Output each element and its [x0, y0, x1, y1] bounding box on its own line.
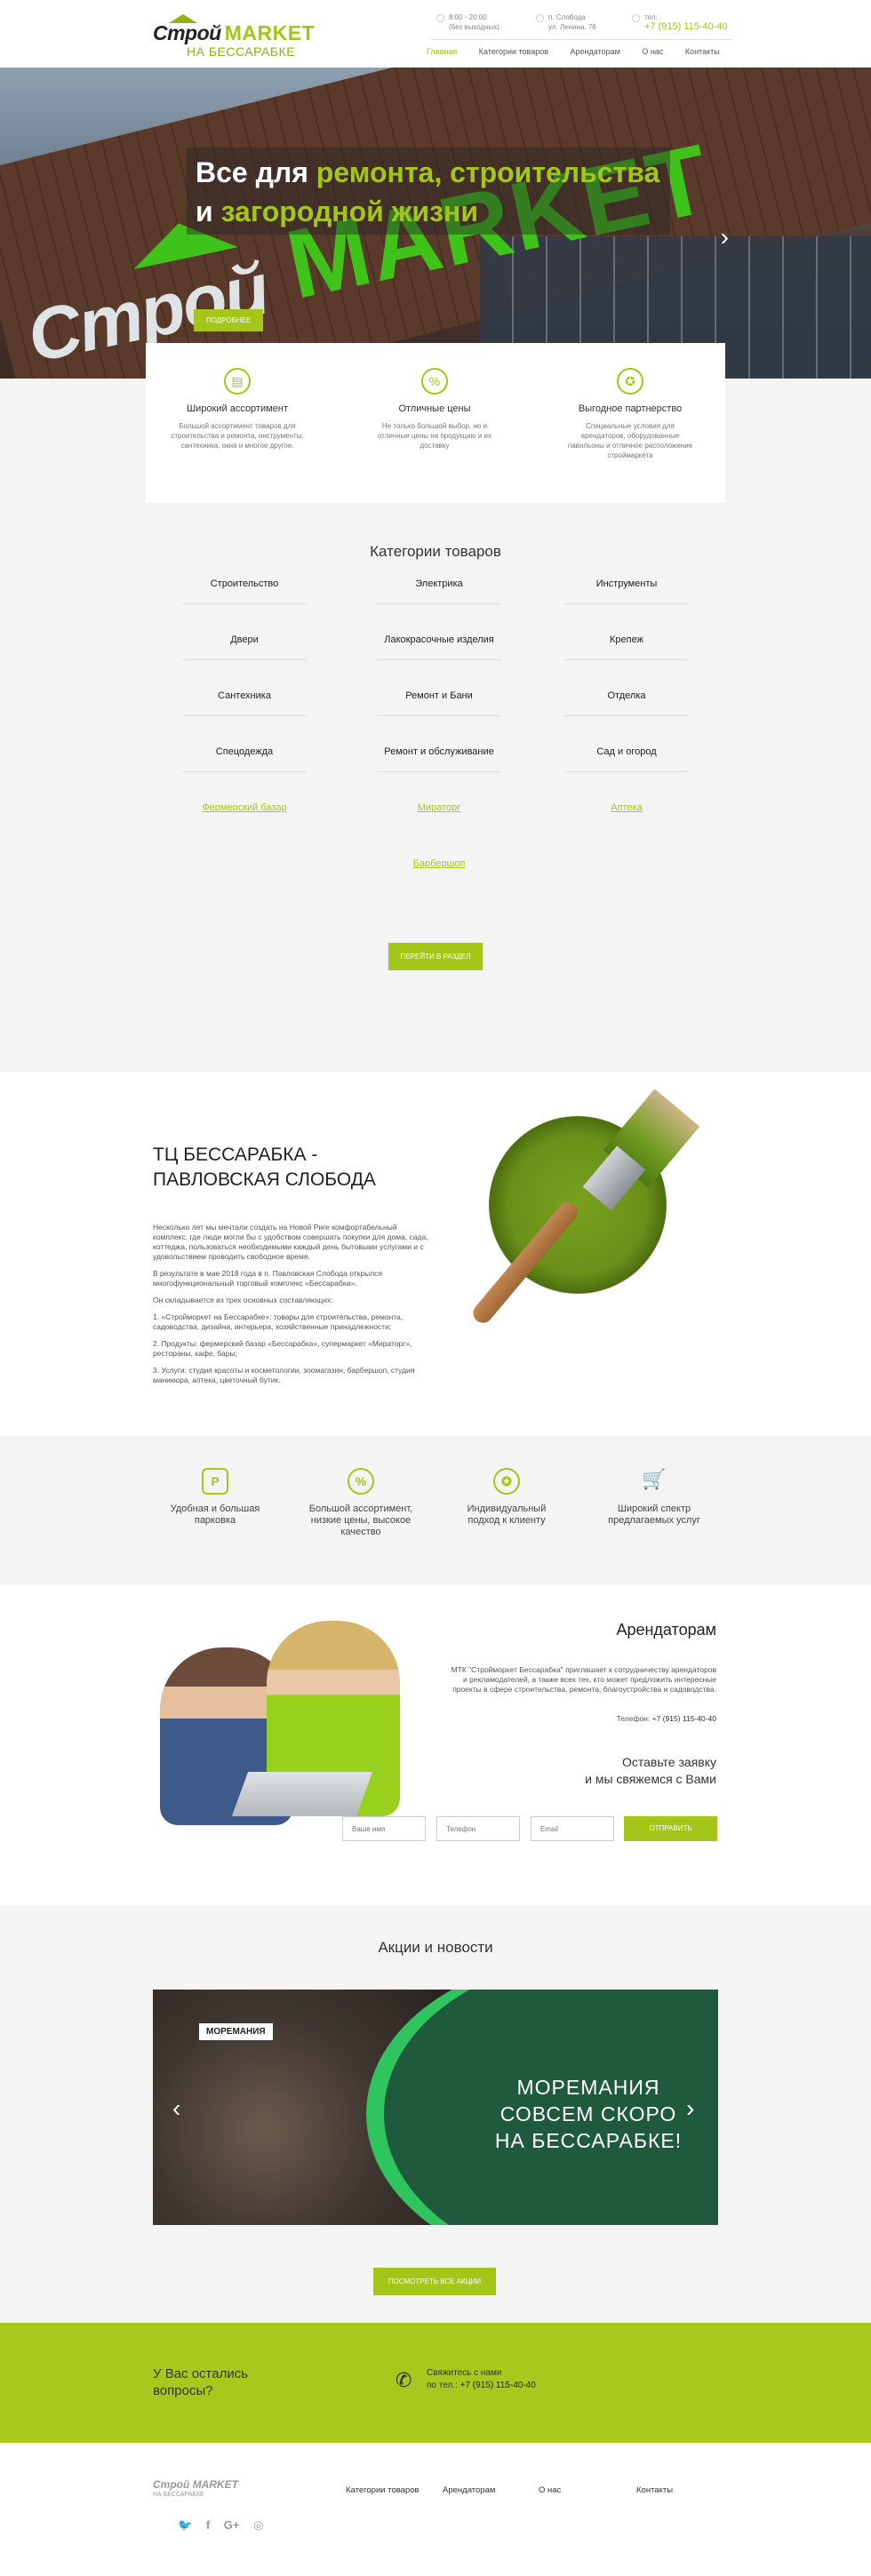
category-item[interactable]: Ремонт и Бани — [377, 690, 501, 716]
phone-input[interactable] — [436, 1816, 520, 1841]
google-plus-icon[interactable]: G+ — [224, 2518, 240, 2532]
discount-icon: % — [348, 1468, 374, 1495]
questions-text: У Вас остались вопросы? — [153, 2366, 249, 2398]
about-text: Несколько лет мы мечтали создать на Ново… — [153, 1223, 428, 1384]
main-nav: Главная Категории товаров Арендаторам О … — [427, 47, 739, 56]
advantage-item: ✪ Индивидуальный подход к клиенту — [453, 1468, 560, 1527]
medal-icon: ✪ — [493, 1468, 520, 1495]
parking-icon: P — [202, 1468, 228, 1495]
promo-banner[interactable]: МОРЕМАНИЯ МОРЕМАНИЯ СОВСЕМ СКОРО НА БЕСС… — [153, 1990, 718, 2225]
contact-phone: Свяжитесь с нами по тел.: +7 (915) 115-4… — [427, 2368, 536, 2390]
category-item[interactable]: Крепеж — [564, 634, 689, 660]
go-to-section-button[interactable]: ПЕРЕЙТИ В РАЗДЕЛ — [388, 943, 483, 970]
instagram-icon[interactable]: ◎ — [253, 2518, 263, 2532]
phone-icon: ✆ — [396, 2369, 412, 2391]
advantages-section: P Удобная и большая парковка % Большой а… — [0, 1436, 871, 1585]
category-item[interactable]: Сантехника — [182, 690, 307, 716]
cart-icon: 🛒 — [642, 1468, 667, 1490]
about-section: ТЦ БЕССАРАБКА - ПАВЛОВСКАЯ СЛОБОДА Нескол… — [0, 1072, 871, 1436]
wide-range-icon: ▤ — [224, 368, 251, 395]
request-subtitle: Оставьте заявку и мы свяжемся с Вами — [585, 1755, 716, 1786]
discount-icon: % — [421, 368, 448, 395]
logo-word-stroy: Строй — [153, 21, 221, 44]
category-item[interactable]: Электрика — [377, 578, 501, 604]
social-links: 🐦 f G+ ◎ — [178, 2518, 274, 2532]
slider-next-icon[interactable]: › — [721, 223, 729, 251]
category-link[interactable]: Барбершоп — [377, 858, 501, 883]
category-item[interactable]: Инструменты — [564, 578, 689, 604]
footer-nav-about[interactable]: О нас — [539, 2485, 561, 2495]
nav-home[interactable]: Главная — [427, 47, 457, 56]
banner-next-icon[interactable]: › — [686, 2094, 694, 2123]
features-box: ▤ Широкий ассортимент Большой ассортимен… — [146, 343, 725, 503]
hero-slider: MARKET Строй Все для ремонта, строительс… — [0, 68, 871, 379]
category-item[interactable]: Отделка — [564, 690, 689, 716]
tenants-phone: Телефон: +7 (915) 115-40-40 — [616, 1714, 716, 1723]
banner-prev-icon[interactable]: ‹ — [172, 2094, 180, 2123]
award-icon: ✪ — [617, 368, 643, 395]
site-footer: Строй MARKET НА БЕССАРАБКЕ Категории тов… — [0, 2443, 871, 2576]
logo-word-market: MARKET — [224, 21, 316, 44]
news-section: Акции и новости МОРЕМАНИЯ МОРЕМАНИЯ СОВС… — [0, 1905, 871, 2323]
category-link[interactable]: Мираторг — [377, 802, 501, 827]
paint-brush-image — [462, 1089, 755, 1347]
phone-icon — [632, 14, 640, 22]
logo-subtitle: НА БЕССАРАБКЕ — [187, 44, 296, 59]
category-link[interactable]: Фермерский базар — [182, 802, 307, 827]
category-link[interactable]: Аптека — [564, 802, 689, 827]
clock-icon — [436, 14, 444, 22]
footer-logo[interactable]: Строй MARKET НА БЕССАРАБКЕ — [153, 2478, 238, 2498]
tenants-section: Арендаторам МТК "Стройморкет Бессарабка"… — [0, 1585, 871, 1905]
footer-nav-tenants[interactable]: Арендаторам — [443, 2485, 495, 2495]
advantage-item: % Большой ассортимент, низкие цены, высо… — [308, 1468, 414, 1538]
send-button[interactable]: ОТПРАВИТЬ — [624, 1816, 717, 1841]
moremania-logo: МОРЕМАНИЯ — [199, 2023, 273, 2040]
category-item[interactable]: Спецодежда — [182, 746, 307, 772]
advantage-item: 🛒 Широкий спектр предлагаемых услуг — [608, 1468, 700, 1526]
page: Строй MARKET НА БЕССАРАБКЕ 8:00 - 20:00 (… — [0, 0, 871, 2576]
banner-message: МОРЕМАНИЯ СОВСЕМ СКОРО НА БЕССАРАБКЕ! — [494, 2076, 683, 2152]
name-input[interactable] — [342, 1816, 426, 1841]
facebook-icon[interactable]: f — [206, 2518, 210, 2532]
about-title: ТЦ БЕССАРАБКА - ПАВЛОВСКАЯ СЛОБОДА — [153, 1144, 376, 1190]
header-phone[interactable]: тел: +7 (915) 115-40-40 — [632, 12, 728, 32]
hero-title-box: Все для ремонта, строительства и загород… — [187, 148, 671, 235]
category-item[interactable]: Сад и огород — [564, 746, 689, 772]
categories-title: Категории товаров — [370, 543, 501, 560]
site-header: Строй MARKET НА БЕССАРАБКЕ 8:00 - 20:00 (… — [0, 0, 871, 68]
feature-item: ▤ Широкий ассортимент Большой ассортимен… — [171, 368, 304, 451]
footer-nav-contacts[interactable]: Контакты — [636, 2485, 673, 2495]
tenants-title: Арендаторам — [616, 1621, 716, 1639]
working-hours: 8:00 - 20:00 (без выходных) — [436, 12, 499, 32]
category-item[interactable]: Строительство — [182, 578, 307, 604]
category-item[interactable]: Лакокрасочные изделия — [377, 634, 501, 660]
all-promotions-button[interactable]: ПОСМОТРЕТЬ ВСЕ АКЦИИ — [373, 2268, 496, 2295]
nav-about[interactable]: О нас — [642, 47, 663, 56]
nav-contacts[interactable]: Контакты — [685, 47, 720, 56]
footer-nav-categories[interactable]: Категории товаров — [346, 2485, 420, 2495]
header-divider — [431, 39, 733, 40]
hero-title: Все для ремонта, строительства и загород… — [196, 156, 660, 227]
people-laptop-image — [160, 1621, 418, 1834]
advantage-item: P Удобная и большая парковка — [162, 1468, 268, 1527]
features-categories-section: ▤ Широкий ассортимент Большой ассортимен… — [0, 343, 871, 1072]
email-input[interactable] — [531, 1816, 614, 1841]
twitter-icon[interactable]: 🐦 — [178, 2518, 192, 2532]
feature-item: ✪ Выгодное партнерство Специальные услов… — [563, 368, 697, 460]
address: п. Слобода ул. Ленина, 76 — [536, 12, 596, 32]
location-pin-icon — [536, 14, 544, 22]
nav-categories[interactable]: Категории товаров — [479, 47, 548, 56]
tenants-description: МТК "Стройморкет Бессарабка" приглашает … — [451, 1665, 716, 1694]
contact-bar: У Вас остались вопросы? ✆ Свяжитесь с нам… — [0, 2323, 871, 2443]
hero-more-button[interactable]: ПОДРОБНЕЕ — [194, 309, 264, 331]
feature-item: % Отличные цены Не только большой выбор,… — [368, 368, 501, 451]
category-item[interactable]: Ремонт и обслуживание — [377, 746, 501, 772]
nav-tenants[interactable]: Арендаторам — [571, 47, 620, 56]
logo[interactable]: Строй MARKET НА БЕССАРАБКЕ — [151, 14, 338, 59]
news-title: Акции и новости — [378, 1939, 493, 1956]
category-item[interactable]: Двери — [182, 634, 307, 660]
